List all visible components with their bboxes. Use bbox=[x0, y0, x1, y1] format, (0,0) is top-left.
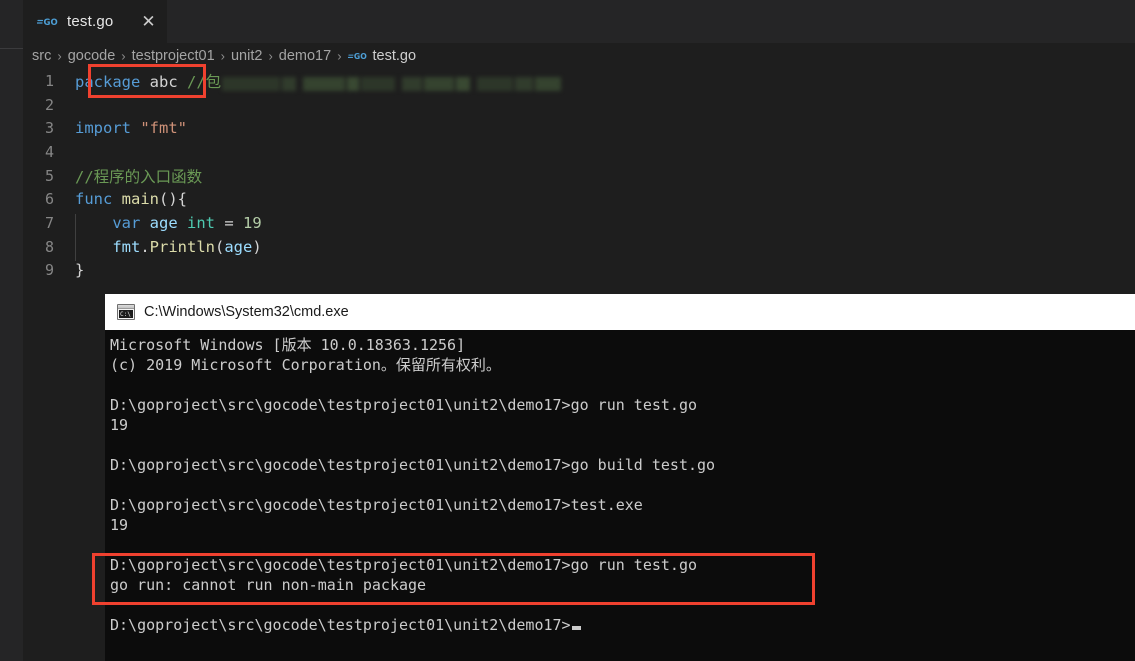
line-number: 2 bbox=[44, 95, 54, 114]
cmd-line: D:\goproject\src\gocode\testproject01\un… bbox=[110, 456, 716, 474]
code-token: main bbox=[121, 190, 159, 209]
code-token: ) bbox=[252, 237, 262, 256]
code-line[interactable]: 5 //程序的入口函数 bbox=[23, 164, 1135, 188]
cmd-line: D:\goproject\src\gocode\testproject01\un… bbox=[110, 496, 643, 514]
code-token: import bbox=[75, 119, 131, 138]
code-line[interactable]: 7 var age int = 19 bbox=[23, 211, 1135, 238]
code-token: "fmt" bbox=[140, 119, 188, 138]
cmd-output[interactable]: Microsoft Windows [版本 10.0.18363.1256] (c… bbox=[105, 330, 1135, 661]
code-token: func bbox=[75, 190, 113, 209]
cmd-line: D:\goproject\src\gocode\testproject01\un… bbox=[110, 615, 1135, 635]
code-token: int bbox=[187, 213, 216, 232]
go-file-icon: GO bbox=[36, 15, 59, 29]
code-token: //包 bbox=[187, 72, 222, 91]
breadcrumb-item-gocode[interactable]: gocode bbox=[68, 48, 116, 64]
cmd-title-label: C:\Windows\System32\cmd.exe bbox=[144, 304, 349, 320]
cmd-blank-line bbox=[110, 535, 1135, 555]
cmd-title-bar: C:\Windows\System32\cmd.exe bbox=[105, 294, 1135, 330]
cmd-line: 19 bbox=[110, 416, 129, 434]
activity-bar-divider bbox=[0, 48, 23, 49]
cmd-terminal-window[interactable]: C:\Windows\System32\cmd.exe Microsoft Wi… bbox=[105, 294, 1135, 661]
cmd-blank-line bbox=[110, 375, 1135, 395]
code-text: fmt.Println(age) bbox=[75, 237, 262, 262]
svg-text:GO: GO bbox=[353, 52, 366, 61]
tab-label: test.go bbox=[67, 13, 114, 30]
line-number: 6 bbox=[44, 190, 54, 209]
code-text: } bbox=[75, 261, 84, 279]
chevron-right-icon: › bbox=[57, 48, 62, 63]
code-token: ( bbox=[215, 237, 225, 256]
breadcrumb-item-test-go[interactable]: test.go bbox=[373, 48, 417, 64]
editor-tab-bar: GO test.go ✕ bbox=[23, 0, 1135, 43]
breadcrumb: src › gocode › testproject01 › unit2 › d… bbox=[23, 43, 1135, 69]
cmd-line: go run: cannot run non-main package bbox=[110, 576, 427, 594]
line-number: 9 bbox=[44, 261, 54, 280]
code-line[interactable]: 2 bbox=[23, 93, 1135, 117]
code-text: import "fmt" bbox=[75, 119, 187, 137]
code-line[interactable]: 8 fmt.Println(age) bbox=[23, 235, 1135, 262]
chevron-right-icon: › bbox=[268, 48, 273, 63]
code-token: fmt bbox=[112, 237, 141, 256]
code-line[interactable]: 6 func main(){ bbox=[23, 187, 1135, 211]
line-number: 8 bbox=[44, 237, 54, 256]
tab-test-go[interactable]: GO test.go ✕ bbox=[23, 0, 169, 43]
code-token: (){ bbox=[159, 190, 187, 209]
cmd-blank-line bbox=[110, 475, 1135, 495]
line-number: 5 bbox=[44, 166, 54, 185]
cmd-blank-line bbox=[110, 595, 1135, 615]
svg-text:GO: GO bbox=[44, 18, 58, 28]
close-icon[interactable]: ✕ bbox=[139, 13, 157, 31]
breadcrumb-item-unit2[interactable]: unit2 bbox=[231, 48, 262, 64]
code-token: . bbox=[140, 237, 150, 256]
line-number: 3 bbox=[44, 119, 54, 138]
code-line[interactable]: 9} bbox=[23, 259, 1135, 283]
code-text: func main(){ bbox=[75, 190, 187, 208]
line-number: 7 bbox=[44, 213, 54, 232]
chevron-right-icon: › bbox=[121, 48, 126, 63]
line-number: 1 bbox=[44, 71, 54, 90]
code-line[interactable]: 4 bbox=[23, 140, 1135, 164]
go-file-icon: GO bbox=[347, 50, 368, 63]
code-token: age bbox=[224, 237, 253, 256]
code-token: 19 bbox=[243, 213, 262, 232]
code-text: var age int = 19 bbox=[75, 213, 262, 238]
cmd-line: D:\goproject\src\gocode\testproject01\un… bbox=[110, 556, 697, 574]
breadcrumb-item-testproject01[interactable]: testproject01 bbox=[132, 48, 215, 64]
cmd-line: (c) 2019 Microsoft Corporation。保留所有权利。 bbox=[110, 356, 501, 374]
code-text: //程序的入口函数 bbox=[75, 165, 202, 187]
chevron-right-icon: › bbox=[220, 48, 225, 63]
code-token: age bbox=[149, 213, 178, 232]
code-text: package abc //包 bbox=[75, 70, 568, 92]
cmd-blank-line bbox=[110, 435, 1135, 455]
code-line[interactable]: 1 package abc //包 bbox=[23, 69, 1135, 93]
cmd-line: D:\goproject\src\gocode\testproject01\un… bbox=[110, 396, 697, 414]
cmd-console-icon bbox=[117, 304, 135, 320]
cmd-cursor bbox=[571, 626, 581, 630]
activity-bar bbox=[0, 0, 23, 661]
breadcrumb-item-src[interactable]: src bbox=[32, 48, 51, 64]
code-token: package bbox=[75, 72, 141, 91]
code-line[interactable]: 3 import "fmt" bbox=[23, 116, 1135, 140]
code-token: abc bbox=[149, 72, 178, 91]
line-number: 4 bbox=[44, 142, 54, 161]
code-token: = bbox=[215, 213, 244, 232]
cmd-line: Microsoft Windows [版本 10.0.18363.1256] bbox=[110, 336, 466, 354]
code-token: Println bbox=[149, 237, 215, 256]
code-token: var bbox=[112, 213, 141, 232]
code-token: } bbox=[75, 261, 85, 280]
breadcrumb-item-demo17[interactable]: demo17 bbox=[279, 48, 331, 64]
vscode-window: GO test.go ✕ src › gocode › testproject0… bbox=[0, 0, 1135, 661]
code-token: //程序的入口函数 bbox=[75, 167, 203, 186]
chevron-right-icon: › bbox=[337, 48, 342, 63]
cmd-line: 19 bbox=[110, 516, 129, 534]
redacted-comment bbox=[222, 74, 568, 91]
